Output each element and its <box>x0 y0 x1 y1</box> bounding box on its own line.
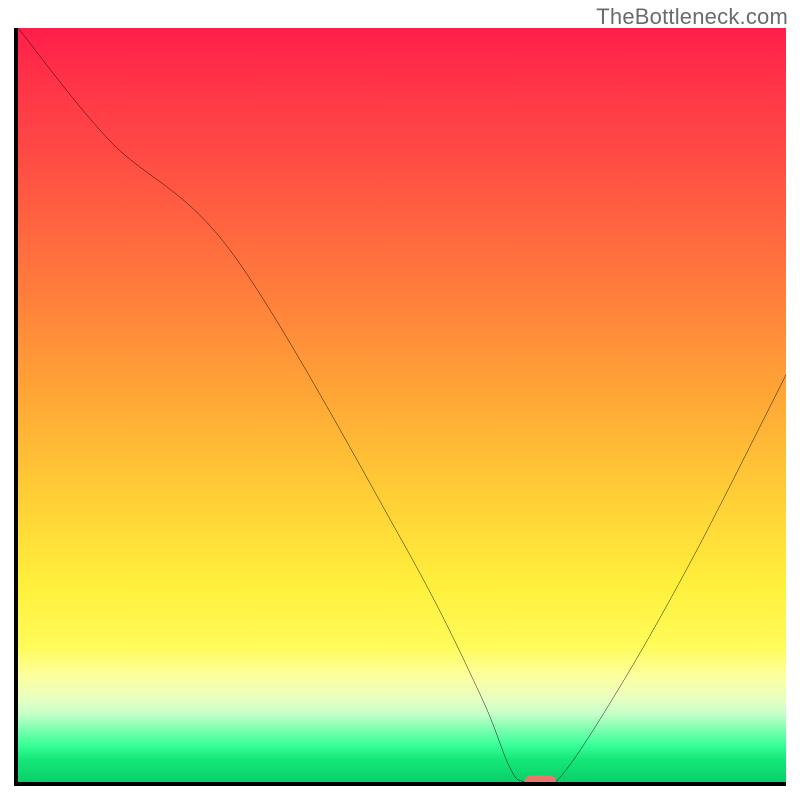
bottleneck-curve <box>18 28 786 782</box>
optimum-marker <box>524 776 556 787</box>
chart-container: TheBottleneck.com <box>0 0 800 800</box>
plot-area <box>14 28 786 786</box>
watermark-text: TheBottleneck.com <box>596 4 788 30</box>
